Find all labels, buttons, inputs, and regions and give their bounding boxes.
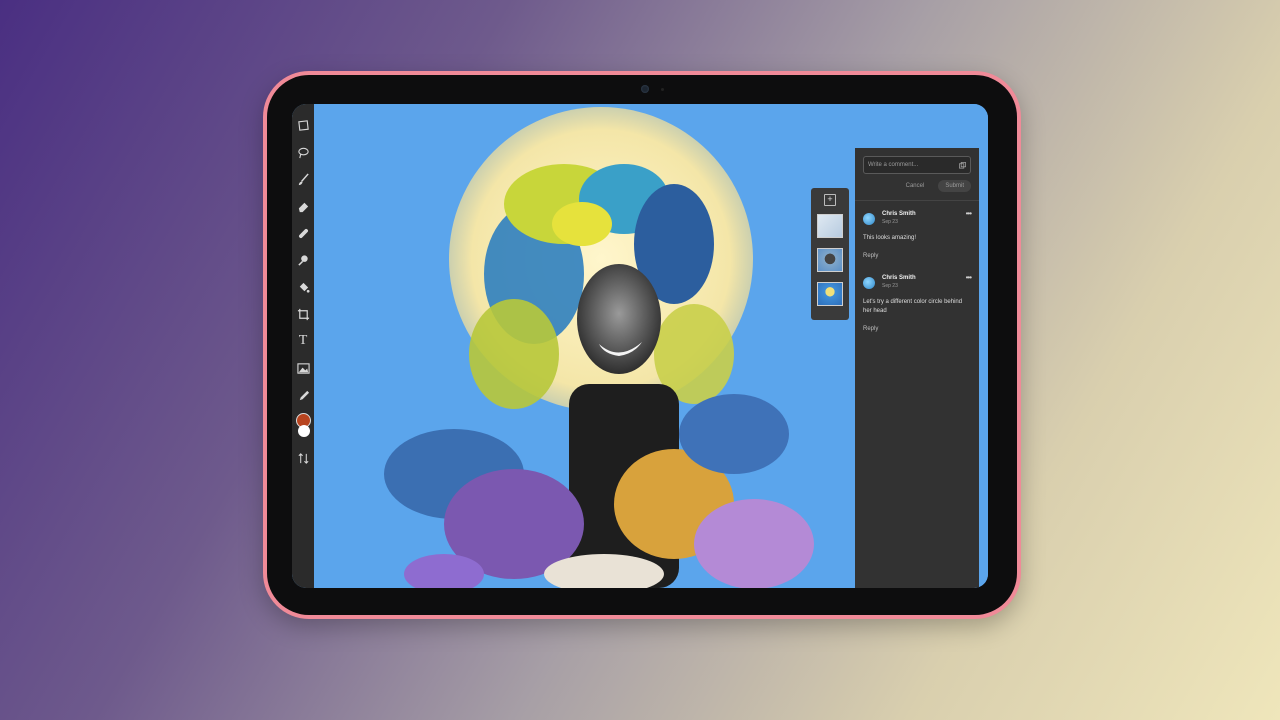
- device-bezel: T + Write a comment... Cancel Submit Chr…: [267, 75, 1017, 615]
- comment-date: Sep 23: [882, 219, 898, 225]
- swap-colors-tool[interactable]: [294, 449, 312, 467]
- swap-arrows-icon: [297, 452, 309, 464]
- layer-thumbnail-sketch[interactable]: [817, 214, 843, 238]
- reply-link[interactable]: Reply: [863, 326, 971, 332]
- comment-item: Chris Smith Sep 23 ••• This looks amazin…: [863, 210, 972, 259]
- healing-tool[interactable]: [294, 224, 312, 242]
- more-options-icon[interactable]: •••: [966, 210, 972, 218]
- tools-toolbar: T: [292, 104, 314, 588]
- avatar: [863, 213, 875, 225]
- comment-input-placeholder: Write a comment...: [868, 162, 919, 168]
- fill-tool[interactable]: [294, 278, 312, 296]
- crop-icon: [297, 308, 309, 320]
- comment-input[interactable]: Write a comment...: [863, 156, 971, 174]
- submit-button[interactable]: Submit: [938, 180, 971, 192]
- front-camera: [641, 85, 649, 93]
- bandage-icon: [298, 228, 308, 238]
- brush-tool[interactable]: [294, 170, 312, 188]
- comment-item: Chris Smith Sep 23 ••• Let's try a diffe…: [863, 274, 972, 332]
- stamp-icon: [297, 254, 308, 266]
- comment-text: This looks amazing!: [863, 235, 917, 241]
- crop-tool[interactable]: [294, 305, 312, 323]
- transform-tool[interactable]: [294, 116, 312, 134]
- add-layer-icon[interactable]: +: [824, 194, 836, 206]
- type-tool[interactable]: T: [294, 332, 312, 350]
- background-color-swatch[interactable]: [298, 425, 310, 437]
- eyedropper-tool[interactable]: [294, 386, 312, 404]
- lasso-tool[interactable]: [294, 143, 312, 161]
- comments-panel: Write a comment... Cancel Submit Chris S…: [855, 148, 979, 588]
- brush-icon: [298, 172, 309, 185]
- layer-thumbnail-composite[interactable]: [817, 282, 843, 306]
- image-icon: [296, 362, 310, 374]
- comment-date: Sep 23: [882, 283, 898, 289]
- comment-author: Chris Smith: [882, 275, 916, 281]
- lasso-icon: [297, 147, 309, 158]
- eyedropper-icon: [299, 390, 309, 400]
- ipad-device: T + Write a comment... Cancel Submit Chr…: [263, 71, 1021, 619]
- comment-text: Let's try a different color circle behin…: [863, 299, 963, 314]
- more-options-icon[interactable]: •••: [966, 274, 972, 282]
- eraser-icon: [298, 202, 308, 212]
- comments-divider: [855, 200, 979, 201]
- clone-tool[interactable]: [294, 251, 312, 269]
- camera-sensor: [661, 88, 664, 91]
- copy-icon[interactable]: [959, 161, 966, 169]
- type-icon: T: [298, 333, 308, 348]
- layers-panel: +: [811, 188, 849, 320]
- transform-icon: [297, 119, 309, 131]
- app-screen: T + Write a comment... Cancel Submit Chr…: [292, 104, 988, 588]
- place-image-tool[interactable]: [294, 359, 312, 377]
- paint-bucket-icon: [299, 282, 310, 293]
- reply-link[interactable]: Reply: [863, 253, 971, 259]
- avatar: [863, 277, 875, 289]
- cancel-button[interactable]: Cancel: [906, 183, 925, 189]
- eraser-tool[interactable]: [294, 197, 312, 215]
- comment-author: Chris Smith: [882, 211, 916, 217]
- layer-thumbnail-portrait[interactable]: [817, 248, 843, 272]
